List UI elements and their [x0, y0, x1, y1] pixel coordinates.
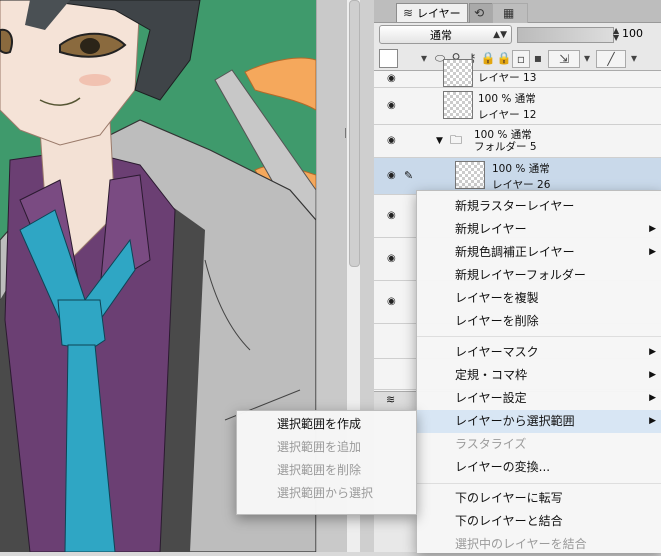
submenu-arrow-icon: ▶: [649, 393, 656, 403]
eye-icon[interactable]: ◉: [387, 253, 396, 264]
layer-name: フォルダー 5: [474, 141, 537, 153]
menu-item-label: 選択範囲を作成: [277, 417, 362, 431]
layer-thumbnail: [443, 59, 473, 87]
submenu-item-select-from-selection[interactable]: 選択範囲から選択: [237, 482, 416, 505]
submenu-arrow-icon: ▶: [649, 347, 656, 357]
layer-name: レイヤー 12: [478, 109, 537, 121]
menu-separator: [417, 336, 661, 337]
tab-layer[interactable]: ≋ レイヤー: [396, 3, 468, 22]
layers-icon: ≋: [403, 6, 414, 20]
menu-item-label: 選択範囲を追加: [277, 440, 362, 454]
submenu-arrow-icon: ▶: [649, 416, 656, 426]
menu-item-ruler-frame[interactable]: 定規・コマ枠 ▶: [417, 364, 661, 387]
menu-item-label: レイヤーから選択範囲: [455, 414, 575, 428]
dropdown-icon-2[interactable]: ▾: [626, 50, 642, 66]
submenu-item-create-selection[interactable]: 選択範囲を作成: [237, 413, 416, 436]
folder-row[interactable]: ◉ ▼ 🗀 100 % 通常 フォルダー 5: [374, 125, 661, 158]
menu-item-label: 新規レイヤー: [455, 222, 527, 236]
opacity-stepper[interactable]: ▲ ▼: [613, 27, 621, 42]
menu-item-label: 下のレイヤーに転写: [455, 491, 563, 505]
layer-mode: 100 % 通常: [474, 129, 532, 141]
navigator-icon: ▦: [503, 6, 515, 20]
menu-item-label: レイヤーマスク: [455, 345, 539, 359]
menu-item-label: 選択範囲を削除: [277, 463, 362, 477]
menu-item-label: 新規レイヤーフォルダー: [455, 268, 586, 282]
blend-row: 通常 ▲▼ ▲ ▼ 100: [374, 24, 661, 46]
layer-mode: 100 % 通常: [478, 93, 536, 105]
menu-item-new-layer[interactable]: 新規レイヤー ▶: [417, 218, 661, 241]
menu-item-label: ラスタライズ: [455, 437, 527, 451]
submenu-item-add-selection[interactable]: 選択範囲を追加: [237, 436, 416, 459]
menu-item-new-layer-folder[interactable]: 新規レイヤーフォルダー: [417, 264, 661, 287]
submenu-arrow-icon: ▶: [649, 247, 656, 257]
menu-item-duplicate-layer[interactable]: レイヤーを複製: [417, 287, 661, 310]
blend-mode-select[interactable]: 通常 ▲▼: [379, 25, 512, 44]
panel-tabbar: ≋ レイヤー ⟲ ▦: [374, 0, 661, 23]
layer-mode: 100 % 通常: [492, 163, 550, 175]
menu-item-rasterize[interactable]: ラスタライズ: [417, 433, 661, 456]
draft-icon[interactable]: ▫: [512, 50, 530, 68]
layer-row[interactable]: ◉ 100 % 通常 レイヤー 12: [374, 88, 661, 125]
palette-color-icon[interactable]: ▪: [530, 50, 546, 66]
menu-item-label: 新規色調補正レイヤー: [455, 245, 575, 259]
folder-icon: 🗀: [450, 133, 463, 147]
history-icon: ⟲: [474, 6, 485, 20]
layer-thumbnail: [443, 91, 473, 119]
layer-row[interactable]: ◉ レイヤー 13: [374, 59, 661, 88]
layer-name: レイヤー 13: [478, 72, 537, 84]
menu-item-layer-settings[interactable]: レイヤー設定 ▶: [417, 387, 661, 410]
menu-item-label: 新規ラスターレイヤー: [455, 199, 575, 213]
select-arrows-icon: ▲▼: [493, 30, 507, 40]
menu-item-delete-layer[interactable]: レイヤーを削除: [417, 310, 661, 333]
tab-history[interactable]: ⟲: [469, 3, 493, 23]
lock-alpha-icon[interactable]: 🔒: [496, 50, 512, 66]
layer-context-menu: 新規ラスターレイヤー 新規レイヤー ▶ 新規色調補正レイヤー ▶ 新規レイヤーフォル…: [416, 190, 661, 553]
layer-color-button[interactable]: [379, 49, 398, 68]
layers-icon[interactable]: ≋: [386, 394, 395, 406]
menu-item-selection-from-layer[interactable]: レイヤーから選択範囲 ▶: [417, 410, 661, 433]
menu-item-label: レイヤーを複製: [455, 291, 539, 305]
tab-navigator[interactable]: ▦: [492, 3, 528, 23]
dropdown-icon[interactable]: ▾: [579, 50, 595, 66]
menu-item-label: 下のレイヤーと結合: [455, 514, 563, 528]
menu-item-label: 選択中のレイヤーを結合: [455, 537, 587, 551]
eye-icon[interactable]: ◉: [387, 135, 396, 146]
menu-item-label: レイヤーを削除: [455, 314, 539, 328]
submenu-arrow-icon: ▶: [649, 370, 656, 380]
layer-toolbar: ▾ ⬭ ⚲ ⚷ 🔒 🔒 ▫ ▪ ⇲ ▾ ╱ ▾: [374, 46, 661, 71]
eye-icon[interactable]: ◉: [387, 170, 396, 181]
menu-item-convert-layer[interactable]: レイヤーの変換...: [417, 456, 661, 479]
lock-icon[interactable]: 🔒: [480, 50, 496, 66]
folder-expand-icon[interactable]: ▼: [436, 135, 443, 147]
menu-item-label: 選択範囲から選択: [277, 486, 374, 500]
layer-thumbnail: [455, 161, 485, 189]
menu-item-new-raster-layer[interactable]: 新規ラスターレイヤー: [417, 195, 661, 218]
menu-item-label: レイヤーの変換...: [455, 460, 551, 474]
tab-layer-label: レイヤー: [417, 7, 461, 20]
menu-item-layer-mask[interactable]: レイヤーマスク ▶: [417, 341, 661, 364]
menu-separator: [417, 483, 661, 484]
menu-item-label: 定規・コマ枠: [455, 368, 528, 382]
opacity-slider[interactable]: [517, 27, 614, 43]
opacity-value[interactable]: 100: [622, 25, 652, 43]
submenu-arrow-icon: ▶: [649, 224, 656, 234]
pen-icon: ✎: [404, 169, 414, 182]
scrollbar-thumb[interactable]: [349, 0, 360, 267]
ruler-icon[interactable]: ╱: [596, 50, 626, 68]
selection-submenu: 選択範囲を作成 選択範囲を追加 選択範囲を削除 選択範囲から選択: [236, 410, 417, 515]
menu-item-merge-down[interactable]: 下のレイヤーと結合: [417, 510, 661, 533]
menu-item-transfer-down[interactable]: 下のレイヤーに転写: [417, 487, 661, 510]
menu-arrow-icon[interactable]: ▾: [416, 50, 432, 66]
eye-icon[interactable]: ◉: [387, 100, 396, 111]
layer-color-icon[interactable]: ⇲: [548, 50, 580, 68]
eye-icon[interactable]: ◉: [387, 296, 396, 307]
eye-icon[interactable]: ◉: [387, 210, 396, 221]
menu-item-label: レイヤー設定: [455, 391, 527, 405]
submenu-item-remove-selection[interactable]: 選択範囲を削除: [237, 459, 416, 482]
eye-icon[interactable]: ◉: [387, 73, 396, 84]
menu-item-merge-selected[interactable]: 選択中のレイヤーを結合: [417, 533, 661, 556]
menu-item-new-correction-layer[interactable]: 新規色調補正レイヤー ▶: [417, 241, 661, 264]
blend-mode-value: 通常: [430, 29, 452, 42]
